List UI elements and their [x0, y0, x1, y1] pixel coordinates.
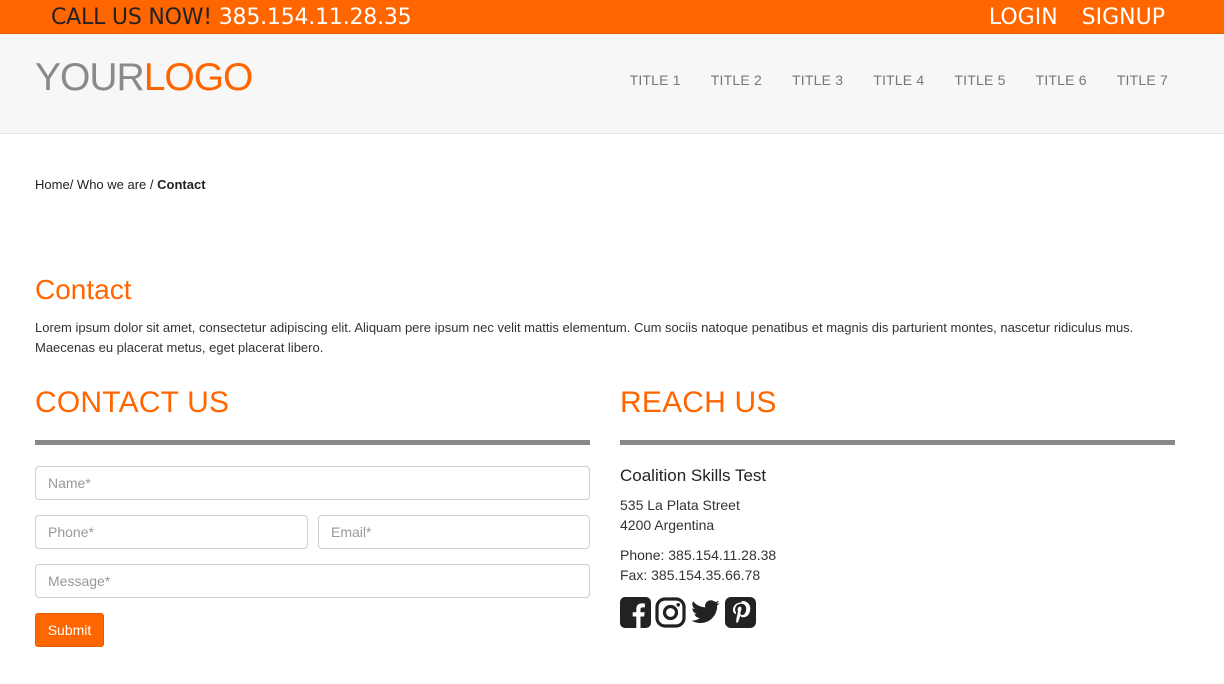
contact-us-heading: CONTACT US: [35, 386, 230, 419]
social-links: [620, 597, 760, 628]
call-phone-number: 385.154.11.28.35: [218, 5, 412, 30]
organization-name: Coalition Skills Test: [620, 466, 767, 485]
site-header: YOURLOGO TITLE 1 TITLE 2 TITLE 3 TITLE 4…: [0, 34, 1224, 134]
auth-links: LOGIN SIGNUP: [972, 5, 1165, 30]
logo-part-your: YOUR: [35, 56, 145, 99]
contact-phone: Phone: 385.154.11.28.38: [620, 547, 777, 563]
nav-item-title-7[interactable]: TITLE 7: [1117, 72, 1168, 88]
breadcrumb-separator: /: [146, 177, 158, 192]
logo-part-logo: LOGO: [143, 56, 254, 99]
phone-field[interactable]: [35, 515, 308, 549]
breadcrumb-who-we-are[interactable]: Who we are: [77, 177, 146, 192]
breadcrumb-current: Contact: [157, 177, 206, 192]
signup-link[interactable]: SIGNUP: [1082, 5, 1165, 30]
message-field[interactable]: [35, 564, 590, 598]
instagram-icon[interactable]: [655, 597, 686, 628]
login-link[interactable]: LOGIN: [989, 5, 1058, 30]
contact-fax: Fax: 385.154.35.66.78: [620, 567, 761, 583]
contact-us-divider: [35, 440, 590, 445]
twitter-icon[interactable]: [690, 597, 721, 628]
submit-button[interactable]: Submit: [35, 613, 104, 647]
nav-item-title-6[interactable]: TITLE 6: [1036, 72, 1087, 88]
call-label: CALL US NOW!: [51, 5, 212, 30]
call-us-text: CALL US NOW! 385.154.11.28.35: [51, 5, 412, 30]
nav-item-title-1[interactable]: TITLE 1: [630, 72, 681, 88]
nav-item-title-2[interactable]: TITLE 2: [711, 72, 762, 88]
site-logo[interactable]: YOURLOGO: [35, 56, 254, 100]
pinterest-icon[interactable]: [725, 597, 756, 628]
top-bar: CALL US NOW! 385.154.11.28.35 LOGIN SIGN…: [0, 0, 1224, 34]
name-field[interactable]: [35, 466, 590, 500]
nav-item-title-5[interactable]: TITLE 5: [954, 72, 1005, 88]
page-title: Contact: [35, 274, 132, 305]
email-field[interactable]: [318, 515, 590, 549]
nav-item-title-3[interactable]: TITLE 3: [792, 72, 843, 88]
address-city: 4200 Argentina: [620, 517, 715, 533]
breadcrumb: Home/ Who we are / Contact: [35, 177, 206, 192]
intro-paragraph: Lorem ipsum dolor sit amet, consectetur …: [35, 320, 1134, 355]
nav-item-title-4[interactable]: TITLE 4: [873, 72, 924, 88]
reach-us-heading: REACH US: [620, 386, 777, 419]
address-street: 535 La Plata Street: [620, 497, 740, 513]
breadcrumb-home[interactable]: Home: [35, 177, 70, 192]
main-nav: TITLE 1 TITLE 2 TITLE 3 TITLE 4 TITLE 5 …: [600, 72, 1168, 88]
facebook-icon[interactable]: [620, 597, 651, 628]
reach-us-divider: [620, 440, 1175, 445]
breadcrumb-separator: /: [69, 177, 77, 192]
